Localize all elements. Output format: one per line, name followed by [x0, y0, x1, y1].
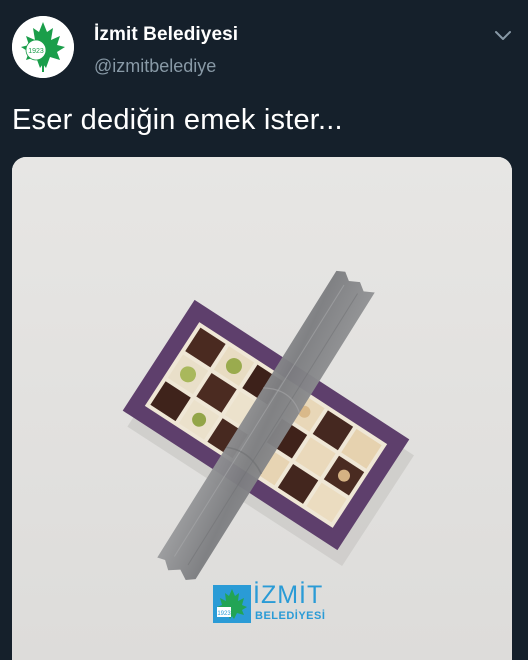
maple-leaf-icon: 1923 — [213, 585, 251, 623]
tweet-card: 1923 İzmit Belediyesi @izmitbelediye Ese… — [0, 0, 528, 660]
maple-leaf-icon: 1923 — [12, 16, 74, 78]
chevron-down-icon[interactable] — [492, 24, 514, 46]
logo-name: İZMİT — [253, 581, 324, 609]
avatar-year: 1923 — [28, 48, 44, 55]
tweet-media-image[interactable]: 1923 İZMİT BELEDİYESİ — [12, 157, 512, 660]
user-handle[interactable]: @izmitbelediye — [94, 56, 216, 77]
tweet-text: Eser dediğin emek ister... — [12, 104, 343, 136]
display-name[interactable]: İzmit Belediyesi — [94, 24, 238, 46]
izmit-logo: 1923 İZMİT BELEDİYESİ — [213, 581, 333, 629]
avatar[interactable]: 1923 — [12, 16, 74, 78]
logo-year: 1923 — [217, 611, 231, 617]
logo-subtitle: BELEDİYESİ — [255, 610, 326, 622]
